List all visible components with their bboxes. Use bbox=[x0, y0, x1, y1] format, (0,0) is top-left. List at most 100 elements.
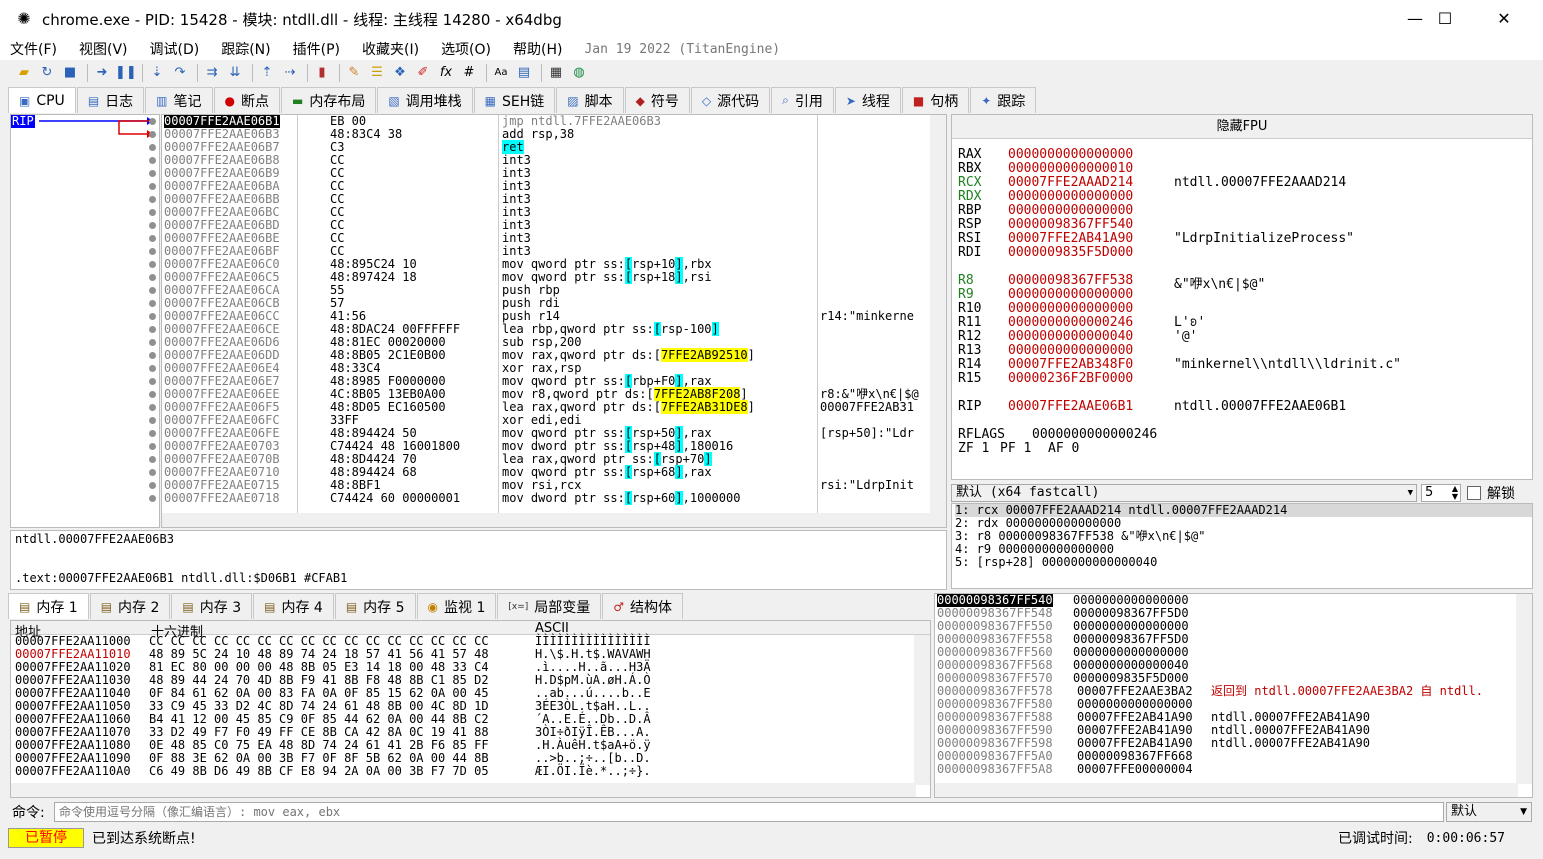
tab-dump-4[interactable]: ▤ 内存 4 bbox=[253, 593, 334, 619]
register-row[interactable]: RAX 0000000000000000 bbox=[952, 147, 1532, 162]
breakpoint-dot-icon[interactable] bbox=[149, 339, 156, 346]
tab-dump-5[interactable]: ▤ 内存 5 bbox=[334, 593, 416, 619]
breakpoint-dot-icon[interactable] bbox=[149, 144, 156, 151]
stack-row[interactable]: 00000098367FF5A8 00007FFE00000004 bbox=[935, 763, 1532, 776]
register-row[interactable]: RDX 0000000000000000 bbox=[952, 189, 1532, 204]
restart-icon[interactable]: ↻ bbox=[37, 63, 57, 83]
tab-handles[interactable]: ■ 句柄 bbox=[901, 87, 970, 113]
memory-dump-view[interactable]: 地址 十六进制 ASCII 00007FFE2AA11000 CC CC CC C… bbox=[10, 620, 931, 798]
breakpoint-dot-icon[interactable] bbox=[149, 326, 156, 333]
register-row[interactable]: RSI 00007FFE2AB41A90 "LdrpInitializeProces… bbox=[952, 231, 1532, 246]
arg-count-spinner[interactable]: 5 ▲ ▼ bbox=[1421, 484, 1461, 502]
tab-trace[interactable]: ✦ 跟踪 bbox=[970, 87, 1037, 113]
breakpoint-dot-icon[interactable] bbox=[149, 118, 156, 125]
register-row[interactable]: R14 00007FFE2AB348F0 "minkernel\\ntdll\\ld… bbox=[952, 357, 1532, 372]
breakpoint-dot-icon[interactable] bbox=[149, 404, 156, 411]
register-row[interactable]: R10 0000000000000000 bbox=[952, 301, 1532, 316]
register-row[interactable]: RSP 00000098367FF540 bbox=[952, 217, 1532, 232]
trace-into-icon[interactable]: ⇉ bbox=[202, 63, 222, 83]
globe-icon[interactable]: ◍ bbox=[569, 63, 589, 83]
breakpoint-dot-icon[interactable] bbox=[149, 183, 156, 190]
argument-row[interactable]: 5: [rsp+28] 0000000000000040 bbox=[955, 556, 1532, 569]
menu-plugins[interactable]: 插件(P) bbox=[293, 39, 340, 59]
dump-row[interactable]: 00007FFE2AA110A0 C6 49 8B D6 49 8B CF E8 … bbox=[11, 765, 930, 778]
tab-struct[interactable]: ♂ 结构体 bbox=[602, 593, 684, 619]
fx-icon[interactable]: fx bbox=[436, 63, 456, 83]
breakpoint-dot-icon[interactable] bbox=[149, 417, 156, 424]
register-row[interactable] bbox=[952, 385, 1532, 399]
register-row[interactable]: RIP 00007FFE2AAE06B1 ntdll.00007FFE2AAE06B… bbox=[952, 399, 1532, 414]
labels-icon[interactable]: ☰ bbox=[367, 63, 387, 83]
run-icon[interactable]: ➜ bbox=[92, 63, 112, 83]
register-row[interactable]: RBX 0000000000000010 bbox=[952, 161, 1532, 176]
disassembly-view[interactable]: 00007FFE2AAE06B1 EB 00 jmp ntdll.7FFE2AAE0… bbox=[161, 114, 947, 528]
register-row[interactable]: RFLAGS 0000000000000246 bbox=[952, 427, 1532, 442]
tab-dump-2[interactable]: ▤ 内存 2 bbox=[89, 593, 171, 619]
disasm-row[interactable]: 00007FFE2AAE06BA CC int3 bbox=[162, 180, 946, 193]
breakpoint-dot-icon[interactable] bbox=[149, 170, 156, 177]
disasm-row[interactable]: 00007FFE2AAE0718 C74424 60 00000001 mov dw… bbox=[162, 491, 946, 505]
execute-till-return-icon[interactable]: ⇡ bbox=[257, 63, 277, 83]
breakpoint-dot-icon[interactable] bbox=[149, 495, 156, 502]
vertical-scrollbar[interactable] bbox=[930, 115, 946, 527]
breakpoint-dot-icon[interactable] bbox=[149, 131, 156, 138]
tab-breakpoints[interactable]: ● 断点 bbox=[213, 87, 280, 113]
breakpoint-dot-icon[interactable] bbox=[149, 443, 156, 450]
font-icon[interactable]: Aa bbox=[491, 63, 511, 83]
disasm-row[interactable]: 00007FFE2AAE06B7 C3 ret bbox=[162, 140, 946, 154]
breakpoint-dot-icon[interactable] bbox=[149, 313, 156, 320]
tab-memory-map[interactable]: ▬ 内存布局 bbox=[280, 87, 377, 113]
menu-file[interactable]: 文件(F) bbox=[10, 39, 57, 59]
disasm-row[interactable]: 00007FFE2AAE06BC CC int3 bbox=[162, 206, 946, 219]
tab-references[interactable]: ⌕ 引用 bbox=[771, 87, 834, 113]
menu-trace[interactable]: 跟踪(N) bbox=[221, 39, 270, 59]
register-row[interactable] bbox=[952, 259, 1532, 273]
command-mode-select[interactable]: 默认 ▼ bbox=[1446, 802, 1532, 822]
breakpoint-dot-icon[interactable] bbox=[149, 378, 156, 385]
disasm-row[interactable]: 00007FFE2AAE06B8 CC int3 bbox=[162, 154, 946, 167]
register-row[interactable]: RCX 00007FFE2AAAD214 ntdll.00007FFE2AAAD21… bbox=[952, 175, 1532, 190]
breakpoint-dot-icon[interactable] bbox=[149, 469, 156, 476]
run-to-user-code-icon[interactable]: ⇢ bbox=[280, 63, 300, 83]
vertical-scrollbar[interactable] bbox=[914, 635, 930, 785]
disasm-row[interactable]: 00007FFE2AAE06BE CC int3 bbox=[162, 232, 946, 245]
register-row[interactable]: RBP 0000000000000000 bbox=[952, 203, 1532, 218]
breakpoint-dot-icon[interactable] bbox=[149, 456, 156, 463]
register-row[interactable]: R11 0000000000000246 L'ʚ' bbox=[952, 315, 1532, 330]
register-row[interactable]: R12 0000000000000040 '@' bbox=[952, 329, 1532, 344]
step-over-icon[interactable]: ↷ bbox=[170, 63, 190, 83]
register-row[interactable]: R8 00000098367FF538 &"咿x\n€|$@" bbox=[952, 273, 1532, 292]
register-row[interactable]: R9 0000000000000000 bbox=[952, 287, 1532, 302]
step-into-icon[interactable]: ⇣ bbox=[147, 63, 167, 83]
patch-icon[interactable]: ▤ bbox=[514, 63, 534, 83]
tab-log[interactable]: ▤ 日志 bbox=[76, 87, 145, 113]
register-row[interactable]: RDI 0000009835F5D000 bbox=[952, 245, 1532, 260]
unlock-checkbox[interactable] bbox=[1467, 486, 1481, 500]
functions-icon[interactable]: ✐ bbox=[413, 63, 433, 83]
register-row[interactable] bbox=[952, 413, 1532, 427]
comments-icon[interactable]: ✎ bbox=[344, 63, 364, 83]
menu-options[interactable]: 选项(O) bbox=[441, 39, 491, 59]
breakpoint-dot-icon[interactable] bbox=[149, 352, 156, 359]
disasm-row[interactable]: 00007FFE2AAE06BD CC int3 bbox=[162, 219, 946, 232]
breakpoint-dot-icon[interactable] bbox=[149, 287, 156, 294]
stack-view[interactable]: 00000098367FF540 0000000000000000 00000098… bbox=[934, 593, 1533, 798]
menu-favourites[interactable]: 收藏夹(I) bbox=[362, 39, 419, 59]
tab-cpu[interactable]: ▣ CPU bbox=[8, 87, 76, 113]
command-input[interactable] bbox=[54, 802, 1444, 822]
tab-watch-1[interactable]: ◉ 监视 1 bbox=[416, 593, 497, 619]
vertical-scrollbar[interactable] bbox=[1516, 594, 1532, 784]
trace-over-icon[interactable]: ⇊ bbox=[225, 63, 245, 83]
tab-seh[interactable]: ▦ SEH链 bbox=[473, 87, 556, 113]
bookmarks-icon[interactable]: ❖ bbox=[390, 63, 410, 83]
menu-view[interactable]: 视图(V) bbox=[79, 39, 128, 59]
disasm-row[interactable]: 00007FFE2AAE06BB CC int3 bbox=[162, 193, 946, 206]
tab-locals[interactable]: [x=] 局部变量 bbox=[497, 593, 602, 619]
tab-symbols[interactable]: ◆ 符号 bbox=[624, 87, 690, 113]
horizontal-scrollbar[interactable] bbox=[162, 513, 932, 527]
menu-debug[interactable]: 调试(D) bbox=[150, 39, 200, 59]
breakpoint-dot-icon[interactable] bbox=[149, 235, 156, 242]
menu-help[interactable]: 帮助(H) bbox=[513, 39, 562, 59]
breakpoint-dot-icon[interactable] bbox=[149, 222, 156, 229]
horizontal-scrollbar[interactable] bbox=[935, 783, 1518, 797]
